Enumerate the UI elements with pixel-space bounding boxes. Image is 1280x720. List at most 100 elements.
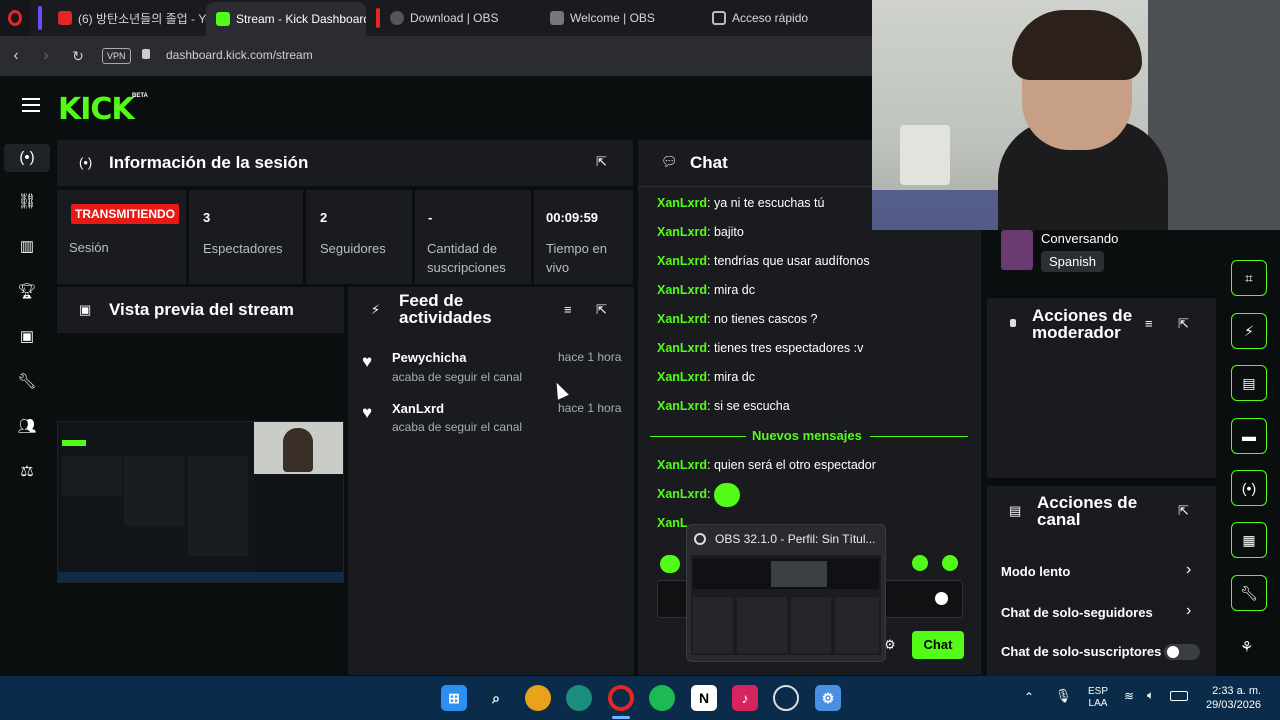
activity-feed-panel (348, 287, 634, 675)
session-status-cell: TRANSMITIENDO Sesión (57, 190, 186, 284)
obs-window-thumbnail (691, 555, 881, 655)
video-icon[interactable]: ▣ (17, 327, 37, 347)
opera-icon[interactable] (608, 685, 634, 711)
chat-username[interactable]: XanLxrd (657, 254, 707, 268)
popout-icon[interactable]: ⇱ (596, 302, 607, 318)
browser-tab[interactable]: Welcome | OBS (540, 0, 700, 36)
chevron-right-icon[interactable]: › (1186, 561, 1191, 579)
edge-icon[interactable] (566, 685, 592, 711)
stream-preview-video[interactable] (57, 421, 344, 583)
kick-logo[interactable]: KICK (58, 92, 135, 127)
filter-icon[interactable]: ≡ (1145, 316, 1153, 331)
wrench-icon[interactable]: 🔧︎ (1231, 575, 1267, 611)
new-messages-divider[interactable]: Nuevos mensajes (752, 428, 862, 443)
category-name[interactable]: Conversando (1041, 231, 1118, 246)
uptime-value: 00:09:59 (546, 210, 599, 225)
chat-username[interactable]: XanLxrd (657, 341, 707, 355)
obs-icon[interactable] (773, 685, 799, 711)
chat-username[interactable]: XanLxrd (657, 370, 707, 384)
kick-icon (216, 12, 230, 26)
users-icon[interactable]: 👥︎ (17, 417, 37, 437)
clip-icon[interactable]: ⌗ (1231, 260, 1267, 296)
category-thumbnail[interactable] (1001, 230, 1033, 270)
viewers-cell: 3 Espectadores (189, 190, 303, 284)
settings-icon[interactable]: ⚙︎ (815, 685, 841, 711)
chat-username[interactable]: XanLxrd (657, 196, 707, 210)
viewers-label: Espectadores (203, 241, 283, 256)
chevron-up-icon[interactable]: ⌃ (1024, 690, 1034, 704)
notes-icon[interactable]: ▤ (1231, 365, 1267, 401)
popout-icon[interactable]: ⇱ (1178, 503, 1189, 519)
url-field[interactable]: dashboard.kick.com/stream (166, 48, 313, 62)
opera-icon[interactable] (8, 10, 22, 26)
uptime-cell: 00:09:59 Tiempo en vivo (534, 190, 633, 284)
chat-text: tienes tres espectadores :v (713, 341, 864, 355)
tiktok-icon[interactable]: ♪ (732, 685, 758, 711)
shield-icon (1010, 319, 1016, 327)
filter-icon[interactable]: ≡ (564, 302, 572, 317)
chat-username[interactable]: XanLxrd (657, 487, 707, 501)
input-language[interactable]: ESP LAA (1088, 686, 1108, 710)
vpn-badge[interactable]: VPN (102, 48, 131, 64)
menu-icon[interactable] (22, 98, 40, 112)
spotify-icon[interactable] (649, 685, 675, 711)
clock[interactable]: 2:33 a. m. 29/03/2026 (1206, 684, 1261, 712)
chat-username[interactable]: XanLxrd (657, 312, 707, 326)
chat-username[interactable]: XanLxrd (657, 399, 707, 413)
reload-icon[interactable]: ↻ (68, 46, 88, 66)
browser-tab[interactable]: Download | OBS (380, 0, 540, 36)
preview-icon: ▣ (79, 302, 92, 317)
forward-icon[interactable]: › (36, 46, 56, 66)
feed-item-action: acaba de seguir el canal (392, 420, 523, 434)
moderation-icon[interactable]: ⚖ (17, 462, 37, 482)
chat-username[interactable]: XanL (657, 516, 688, 530)
subscribers-only-toggle[interactable] (1164, 644, 1200, 660)
battery-icon[interactable] (1170, 691, 1188, 701)
microphone-icon[interactable]: 🎙︎ (1055, 688, 1072, 704)
broadcast-icon[interactable]: (•) (1231, 470, 1267, 506)
lock-icon[interactable] (142, 49, 150, 59)
slow-mode-row[interactable]: Modo lento (1001, 564, 1070, 579)
speed-dial-icon (712, 11, 726, 25)
link-icon[interactable]: ⛓ (17, 192, 37, 212)
chat-username[interactable]: XanLxrd (657, 458, 707, 472)
chevron-right-icon[interactable]: › (1186, 602, 1191, 620)
bolt-icon: ⚡︎ (371, 302, 381, 317)
left-nav-rail: (•) ⛓ ▥ 🏆︎ ▣ 🔧︎ 👥︎ ⚖ (0, 136, 54, 676)
browser-tab[interactable]: Acceso rápido (702, 0, 862, 36)
chat-username[interactable]: XanLxrd (657, 283, 707, 297)
emote-icon[interactable] (942, 555, 958, 571)
chrome-icon[interactable] (525, 685, 551, 711)
trophy-icon[interactable]: 🏆︎ (17, 282, 37, 302)
windows-start-icon[interactable]: ⊞ (441, 685, 467, 711)
wrench-icon[interactable]: 🔧︎ (17, 372, 37, 392)
chat-username[interactable]: XanLxrd (657, 225, 707, 239)
back-icon[interactable]: ‹ (6, 46, 26, 66)
feed-item-time: hace 1 hora (558, 350, 622, 364)
subs-label: Cantidad de suscripciones (427, 241, 506, 275)
subscribers-only-row[interactable]: Chat de solo-suscriptores (1001, 644, 1161, 659)
search-icon[interactable]: ⌕ (483, 685, 509, 711)
bolt-icon[interactable]: ⚡︎ (1231, 313, 1267, 349)
popout-icon[interactable]: ⇱ (1178, 316, 1189, 332)
share-icon[interactable]: ⚘ (1240, 638, 1253, 656)
layout-icon[interactable]: ▦ (1231, 522, 1267, 558)
chat-icon[interactable]: ▬ (1231, 418, 1267, 454)
emote-icon[interactable] (660, 555, 680, 573)
stream-icon[interactable]: (•) (17, 148, 37, 168)
followers-only-row[interactable]: Chat de solo-seguidores (1001, 605, 1153, 620)
emote-icon[interactable] (912, 555, 928, 571)
volume-icon[interactable]: 🔈︎ (1147, 688, 1154, 703)
analytics-icon[interactable]: ▥ (17, 237, 37, 257)
youtube-icon (58, 11, 72, 25)
popout-icon[interactable]: ⇱ (596, 154, 607, 170)
live-badge: TRANSMITIENDO (71, 204, 179, 224)
emoji-picker-icon[interactable] (935, 592, 948, 605)
wifi-icon[interactable]: ≋ (1124, 689, 1134, 703)
browser-tab[interactable]: (6) 방탄소년들의 졸업 - Yo (48, 0, 206, 36)
beta-label: BETA (132, 93, 148, 99)
obs-taskbar-preview[interactable]: OBS 32.1.0 - Perfil: Sin Títul... (686, 524, 886, 662)
chat-send-button[interactable]: Chat (912, 631, 964, 659)
notion-icon[interactable]: N (691, 685, 717, 711)
browser-tab-active[interactable]: Stream - Kick Dashboard (206, 2, 366, 36)
